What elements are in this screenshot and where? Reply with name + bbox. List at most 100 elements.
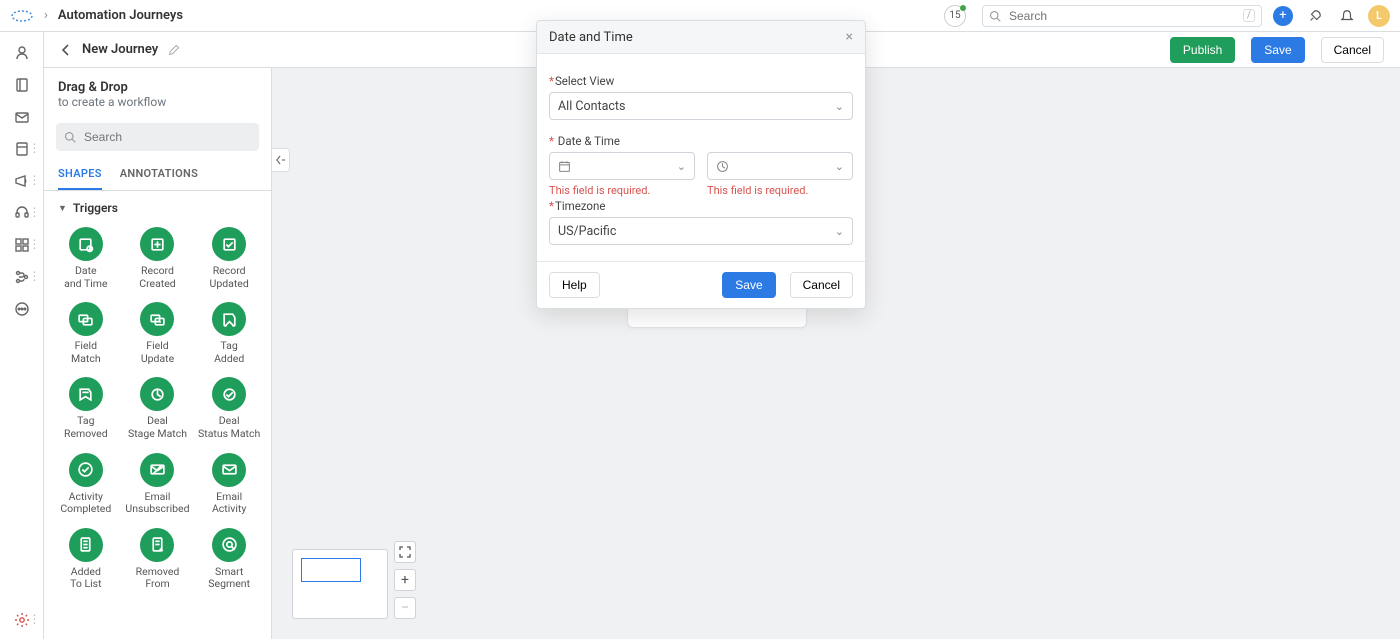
nav-campaign-icon[interactable]: ⋮	[13, 172, 31, 190]
minimap[interactable]	[292, 549, 388, 619]
breadcrumb-arrow-icon: ›	[44, 8, 48, 23]
calendar-icon	[558, 160, 571, 173]
shape-tag-added[interactable]: TagAdded	[195, 298, 263, 367]
search-shortcut-hint: /	[1243, 9, 1255, 22]
shape-removed-from[interactable]: RemovedFrom	[124, 524, 192, 593]
app-logo[interactable]	[10, 8, 34, 24]
timezone-dropdown[interactable]: US/Pacific ⌄	[549, 217, 853, 245]
collapse-panel-button[interactable]	[272, 148, 290, 172]
global-search-input[interactable]	[1007, 8, 1237, 24]
notification-count-badge[interactable]: 15	[944, 5, 966, 27]
back-button[interactable]	[60, 44, 72, 56]
shape-field-update[interactable]: FieldUpdate	[124, 298, 192, 367]
select-view-label: *Select View	[549, 74, 853, 88]
shape-label: DealStatus Match	[198, 415, 260, 440]
date-time-modal: Date and Time × *Select View All Contact…	[536, 20, 866, 309]
modal-save-button[interactable]: Save	[722, 272, 775, 298]
search-icon	[989, 10, 1001, 22]
section-triggers-label: Triggers	[73, 201, 118, 215]
bell-icon[interactable]	[1336, 5, 1358, 27]
shape-icon	[212, 227, 246, 261]
shape-record-created[interactable]: RecordCreated	[124, 223, 192, 292]
chevron-down-icon: ⌄	[835, 160, 844, 173]
shape-label: RemovedFrom	[136, 566, 180, 591]
clock-icon	[716, 160, 729, 173]
shape-label: FieldUpdate	[141, 340, 174, 365]
shape-icon	[140, 528, 174, 562]
shape-icon	[140, 377, 174, 411]
shapes-subtitle: to create a workflow	[58, 95, 257, 109]
journey-name: New Journey	[82, 42, 158, 57]
shape-label: ActivityCompleted	[60, 491, 111, 516]
cancel-button[interactable]: Cancel	[1321, 37, 1384, 63]
shape-email-unsubscribed[interactable]: EmailUnsubscribed	[124, 449, 192, 518]
modal-help-button[interactable]: Help	[549, 272, 600, 298]
modal-cancel-button[interactable]: Cancel	[790, 272, 853, 298]
shape-smart-segment[interactable]: SmartSegment	[195, 524, 263, 593]
shapes-search-input[interactable]	[82, 129, 251, 145]
shape-icon	[140, 227, 174, 261]
select-view-dropdown[interactable]: All Contacts ⌄	[549, 92, 853, 120]
shape-activity-completed[interactable]: ActivityCompleted	[52, 449, 120, 518]
chevron-down-icon: ⌄	[677, 160, 686, 173]
shape-label: EmailActivity	[212, 491, 246, 516]
zoom-fit-button[interactable]	[394, 541, 416, 563]
time-error: This field is required.	[707, 184, 853, 197]
shape-record-updated[interactable]: RecordUpdated	[195, 223, 263, 292]
chevron-down-icon: ⌄	[835, 225, 844, 238]
shape-label: RecordCreated	[139, 265, 176, 290]
edit-name-icon[interactable]	[168, 44, 180, 56]
nav-apps-icon[interactable]: ⋮	[13, 236, 31, 254]
shape-label: RecordUpdated	[210, 265, 249, 290]
rocket-icon[interactable]	[1304, 5, 1326, 27]
shape-label: TagRemoved	[64, 415, 108, 440]
nav-settings-icon[interactable]: ⋮	[13, 611, 31, 629]
nav-support-icon[interactable]: ⋮	[13, 204, 31, 222]
shape-field-match[interactable]: FieldMatch	[52, 298, 120, 367]
left-nav-rail: ⋮ ⋮ ⋮ ⋮ ⋮ ⋮	[0, 32, 44, 639]
zoom-out-button[interactable]: −	[394, 597, 416, 619]
global-search[interactable]: /	[982, 5, 1262, 27]
timezone-label: *Timezone	[549, 199, 853, 213]
shape-label: AddedTo List	[70, 566, 101, 591]
time-picker[interactable]: ⌄	[707, 152, 853, 180]
shape-icon	[212, 302, 246, 336]
publish-button[interactable]: Publish	[1170, 37, 1235, 63]
shape-icon	[212, 453, 246, 487]
shape-tag-removed[interactable]: TagRemoved	[52, 373, 120, 442]
shape-label: EmailUnsubscribed	[125, 491, 189, 516]
zoom-in-button[interactable]: +	[394, 569, 416, 591]
modal-close-icon[interactable]: ×	[846, 29, 853, 45]
shape-email-activity[interactable]: EmailActivity	[195, 449, 263, 518]
date-error: This field is required.	[549, 184, 695, 197]
nav-mail-icon[interactable]	[13, 108, 31, 126]
shape-icon	[69, 528, 103, 562]
shape-icon	[69, 377, 103, 411]
datetime-label: * Date & Time	[549, 134, 853, 148]
shape-icon	[69, 227, 103, 261]
nav-more-icon[interactable]	[13, 300, 31, 318]
nav-journeys-icon[interactable]: ⋮	[13, 268, 31, 286]
shape-added-to-list[interactable]: AddedTo List	[52, 524, 120, 593]
nav-notebook-icon[interactable]: ⋮	[13, 140, 31, 158]
user-avatar[interactable]: L	[1368, 5, 1390, 27]
date-picker[interactable]: ⌄	[549, 152, 695, 180]
tab-shapes[interactable]: SHAPES	[58, 159, 102, 190]
shape-icon	[140, 302, 174, 336]
shape-label: TagAdded	[214, 340, 244, 365]
shapes-title: Drag & Drop	[58, 80, 257, 95]
add-button[interactable]: +	[1272, 5, 1294, 27]
save-button[interactable]: Save	[1251, 37, 1304, 63]
section-triggers-header[interactable]: ▼ Triggers	[44, 191, 271, 219]
tab-annotations[interactable]: ANNOTATIONS	[120, 159, 198, 190]
shape-deal-stage-match[interactable]: DealStage Match	[124, 373, 192, 442]
shape-icon	[69, 302, 103, 336]
modal-title: Date and Time	[549, 30, 633, 45]
nav-contacts-icon[interactable]	[13, 44, 31, 62]
shape-icon	[212, 377, 246, 411]
nav-book-icon[interactable]	[13, 76, 31, 94]
caret-down-icon: ▼	[58, 203, 67, 214]
shapes-search[interactable]	[56, 123, 259, 151]
shape-date-and-time[interactable]: Dateand Time	[52, 223, 120, 292]
shape-deal-status-match[interactable]: DealStatus Match	[195, 373, 263, 442]
